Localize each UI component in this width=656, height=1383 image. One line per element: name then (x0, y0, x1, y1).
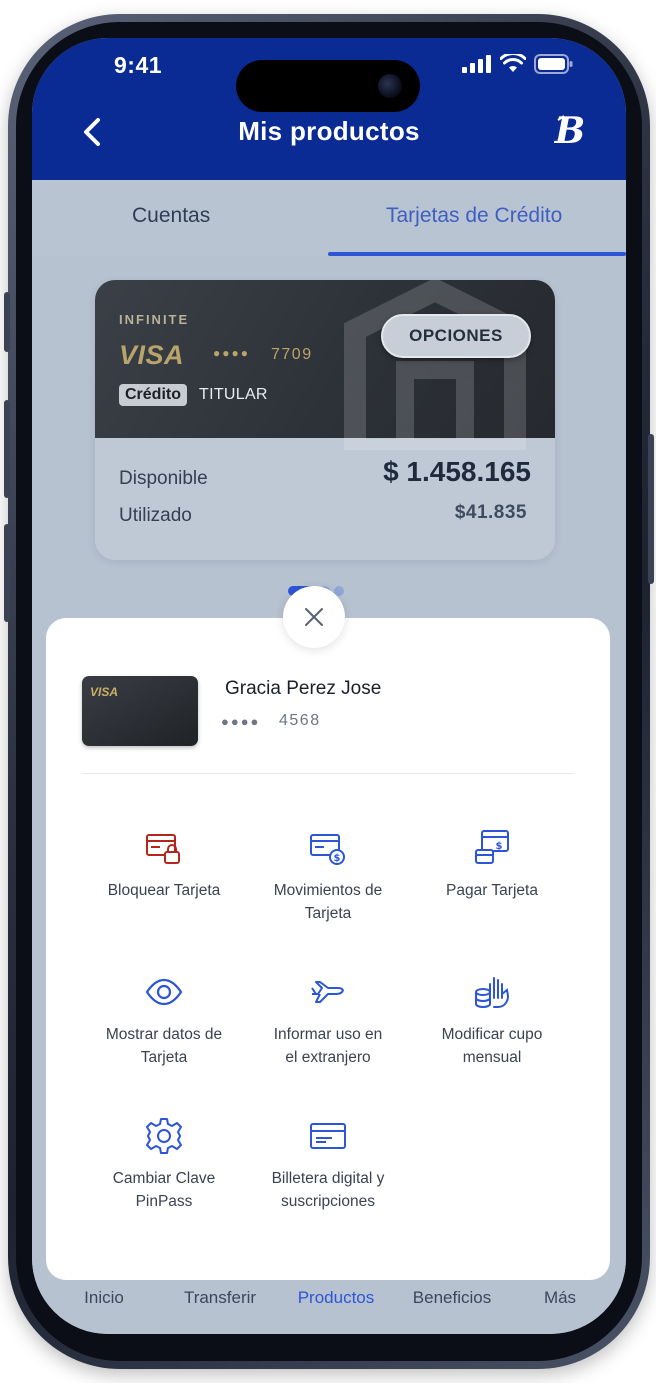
mostrar-datos-action[interactable]: Mostrar datos de Tarjeta (82, 972, 246, 1069)
nav-beneficios[interactable]: Beneficios (397, 1288, 507, 1308)
tab-tarjetas-credito[interactable]: Tarjetas de Crédito (386, 204, 562, 228)
action-label: Movimientos de Tarjeta (273, 882, 383, 922)
product-tabs: Cuentas Tarjetas de Crédito (32, 180, 626, 256)
mini-card-thumbnail: VISA (82, 676, 198, 746)
power-button (648, 434, 654, 584)
card-type-badge: Crédito (119, 384, 187, 406)
credit-card-summary[interactable]: INFINITE VISA ●●●● 7709 Crédito TITULAR … (95, 280, 555, 560)
wifi-icon (500, 54, 526, 72)
card-options-sheet: VISA Gracia Perez Jose ●●●● 4568 Bloquea… (46, 618, 610, 1280)
svg-text:$: $ (496, 841, 503, 852)
visa-logo: VISA (119, 340, 185, 370)
action-label: Informar uso en el extranjero (273, 1026, 383, 1066)
status-time: 9:41 (114, 52, 163, 78)
status-icons (462, 54, 574, 74)
available-label: Disponible (119, 468, 208, 489)
volume-up-button (4, 400, 10, 498)
svg-text:B: B (554, 110, 585, 150)
app-screen: 9:41 Mis productos B Cuentas Tarjetas de… (32, 38, 626, 1334)
volume-down-button (4, 524, 10, 622)
action-label: Pagar Tarjeta (446, 882, 538, 899)
card-watermark-icon (344, 280, 526, 450)
tab-cuentas[interactable]: Cuentas (132, 204, 210, 228)
nav-productos[interactable]: Productos (281, 1288, 391, 1308)
action-label: Bloquear Tarjeta (107, 882, 221, 899)
app-header: 9:41 Mis productos B (32, 38, 626, 180)
gear-icon (146, 1118, 182, 1154)
pagar-tarjeta-action[interactable]: $ Pagar Tarjeta (410, 828, 574, 902)
cambiar-clave-action[interactable]: Cambiar Clave PinPass (82, 1116, 246, 1213)
used-label: Utilizado (119, 505, 192, 526)
action-label: Billetera digital y suscripciones (271, 1170, 385, 1210)
nav-transferir[interactable]: Transferir (165, 1288, 275, 1308)
available-amount: $ 1.458.165 (383, 456, 531, 487)
hand-coins-icon (475, 977, 510, 1009)
divider (82, 773, 574, 774)
movimientos-tarjeta-action[interactable]: $ Movimientos de Tarjeta (246, 828, 410, 925)
card-tier: INFINITE (119, 312, 190, 327)
camera-icon (378, 74, 402, 98)
opciones-button[interactable]: OPCIONES (381, 314, 531, 358)
dynamic-island (236, 60, 420, 112)
used-amount: $41.835 (454, 502, 527, 523)
card-holder-name: Gracia Perez Jose (225, 678, 382, 699)
credit-card-face: INFINITE VISA ●●●● 7709 Crédito TITULAR … (95, 280, 555, 450)
battery-icon (534, 54, 573, 74)
bloquear-tarjeta-action[interactable]: Bloquear Tarjeta (82, 828, 246, 902)
close-sheet-button[interactable] (283, 586, 345, 648)
action-button (4, 292, 10, 352)
card-balance-panel: Disponible $ 1.458.165 Utilizado $41.835 (95, 438, 555, 560)
active-tab-indicator (328, 252, 626, 256)
mini-visa-logo: VISA (90, 685, 119, 699)
sheet-last-four: 4568 (279, 712, 321, 729)
eye-icon (145, 978, 183, 1006)
close-icon (305, 608, 323, 626)
nav-mas[interactable]: Más (505, 1288, 615, 1308)
airplane-icon (311, 981, 344, 1003)
action-label: Mostrar datos de Tarjeta (105, 1026, 223, 1066)
wallet-card-icon (310, 1123, 346, 1149)
action-label: Modificar cupo mensual (441, 1026, 543, 1066)
card-holder-type: TITULAR (199, 386, 268, 403)
page-title: Mis productos (238, 116, 420, 146)
card-last-four: 7709 (271, 346, 313, 363)
card-transactions-icon: $ (310, 834, 345, 865)
modificar-cupo-action[interactable]: Modificar cupo mensual (410, 972, 574, 1069)
card-masked-dots: ●●●● (213, 346, 250, 360)
action-label: Cambiar Clave PinPass (112, 1170, 216, 1210)
informar-extranjero-action[interactable]: Informar uso en el extranjero (246, 972, 410, 1069)
pay-card-icon: $ (475, 830, 509, 864)
bank-logo-icon: B (554, 110, 585, 150)
card-lock-icon (146, 834, 180, 864)
signal-icon (462, 55, 491, 73)
nav-inicio[interactable]: Inicio (49, 1288, 159, 1308)
sheet-masked-dots: ●●●● (221, 714, 261, 729)
svg-text:$: $ (334, 853, 341, 864)
billetera-digital-action[interactable]: Billetera digital y suscripciones (246, 1116, 410, 1213)
